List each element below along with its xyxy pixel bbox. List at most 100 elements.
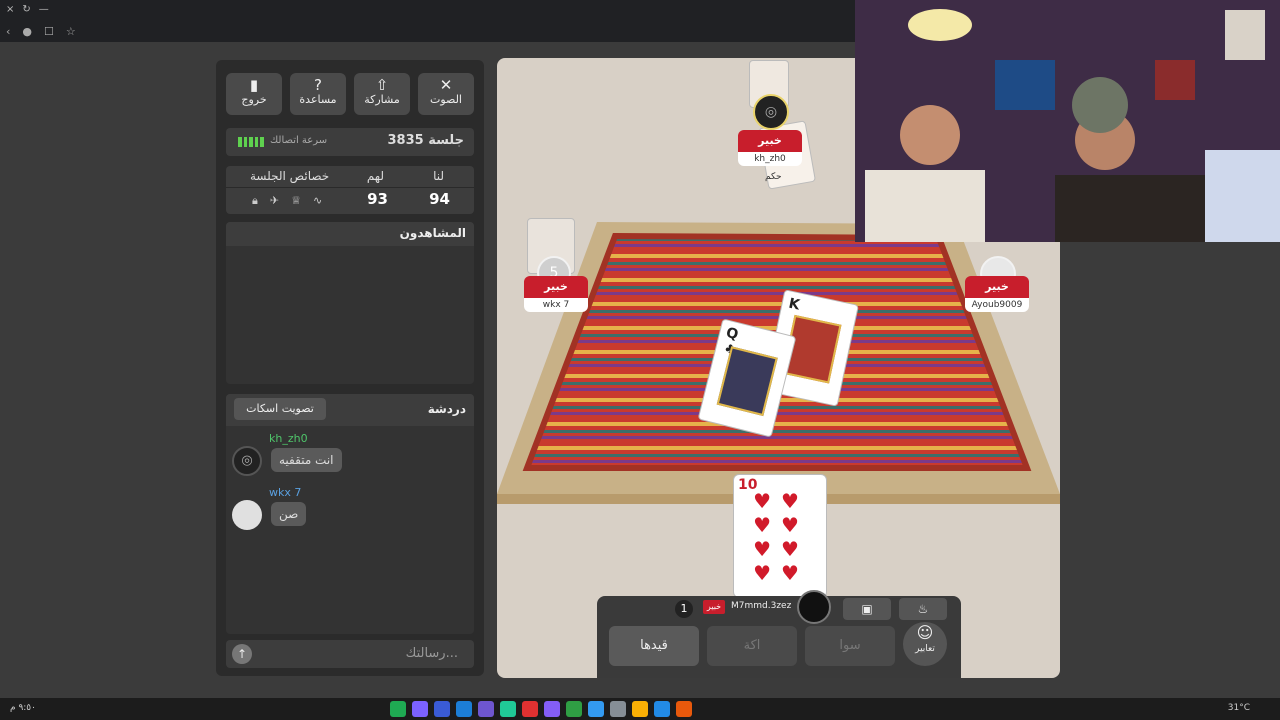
sawa-button[interactable]: سوا [805,626,895,666]
message-text: صن [271,502,307,526]
akka-button[interactable]: اكة [707,626,797,666]
sound-off-icon: ✕ [439,76,453,94]
chat-header: دردشة تصويت اسكات [226,394,474,426]
lock-icon: 🔒︎ [252,194,258,207]
app-icon[interactable] [500,701,516,717]
exit-label: خروج [241,93,267,106]
action-bar: 1 خبير M7mmd.3zez ▣ ♨ قيدها اكة سوا ☺ تع… [597,590,961,678]
send-arrow-icon[interactable]: ↑ [232,644,252,664]
app-icon[interactable] [566,701,582,717]
app-icon[interactable] [676,701,692,717]
app-icon[interactable] [456,701,472,717]
self-avatar [797,590,831,624]
app-icon[interactable] [434,701,450,717]
app-icon[interactable] [632,701,648,717]
app-icon[interactable] [654,701,670,717]
help-button[interactable]: ? مساعدة [290,73,346,115]
app-icon[interactable] [588,701,604,717]
back-icon[interactable]: ‹ [6,25,10,38]
player-name: Ayoub9009 [965,298,1029,312]
weather: 31°C [1227,703,1250,713]
reload-icon[interactable]: ↻ [22,4,30,15]
control-panel: ▮ خروج ? مساعدة ⇧ مشاركة ✕ الصوت سرعة ات… [216,60,484,676]
webcam-overlay [855,0,1280,242]
app-icon[interactable] [478,701,494,717]
face-art [716,346,778,417]
session-row: سرعة اتصالك جلسة 3835 [226,128,474,156]
fire-button[interactable]: ♨ [899,598,947,620]
message-text: انت متقفيه [271,448,342,472]
app-icon[interactable] [544,701,560,717]
webcam-scene [855,0,1280,242]
bookmark-star-icon[interactable]: ☆ [66,25,76,38]
avatar: ◎ [232,446,262,476]
sound-label: الصوت [430,93,462,106]
share-icon: ⇧ [375,76,389,94]
player-sub-label: حكم [765,172,782,182]
message-user: kh_zh0 [269,432,308,445]
expressions-button[interactable]: ☺ تعابير [903,622,947,666]
us-score: 94 [429,190,450,208]
self-status: خبير [703,600,725,614]
app-icon[interactable] [412,701,428,717]
window-controls: × ↻ — [6,4,49,15]
taskbar: ٩:٥٠ م 31°C [0,698,1280,720]
chat-placeholder: رسالتك... [405,646,458,661]
props-header: لنا لهم خصائص الجلسة [226,166,474,188]
player-status: خبير [524,276,588,298]
gift-button[interactable]: ▣ [843,598,891,620]
exit-button[interactable]: ▮ خروج [226,73,282,115]
trophy-icon: ♕ [291,194,301,207]
profile-icon[interactable]: ● [22,25,32,38]
session-number: جلسة 3835 [387,133,464,148]
top-player-badge[interactable]: خبير kh_zh0 [738,130,802,166]
chat-title: دردشة [427,402,466,416]
fire-icon: ♨ [917,602,929,616]
connection-signal-icon [238,137,264,147]
them-score: 93 [367,190,388,208]
qaydha-button[interactable]: قيدها [609,626,699,666]
exit-icon: ▮ [249,76,259,94]
wave-icon: ∿ [312,194,323,207]
player-name: kh_zh0 [738,152,802,166]
heart-pips: ♥♥ ♥♥ ♥♥ ♥♥ [753,489,809,585]
connection-label: سرعة اتصالك [270,135,328,146]
expressions-label: تعابير [915,644,935,654]
close-window-icon[interactable]: × [6,4,14,15]
clock: ٩:٥٠ م [10,703,36,713]
share-button[interactable]: ⇧ مشاركة [354,73,410,115]
right-player-badge[interactable]: خبير Ayoub9009 [965,276,1029,312]
player-status: خبير [738,130,802,152]
tab-icon[interactable]: ☐ [44,25,54,38]
target-icon: ◎ [241,453,253,468]
gift-icon: ▣ [861,602,873,616]
props-icons: 🔒︎ ✈ ♕ ∿ [252,194,322,208]
target-icon: ◎ [764,104,778,120]
avatar [232,500,262,530]
message-user: wkx 7 [269,486,302,499]
plane-icon: ✈ [269,194,280,207]
share-label: مشاركة [364,93,400,106]
nav-row: ‹ ● ☐ ☆ [6,25,76,38]
app-icon[interactable] [390,701,406,717]
self-card-count: 1 [675,600,693,618]
hand-card[interactable]: 10 ♥♥ ♥♥ ♥♥ ♥♥ [733,474,827,598]
smiley-icon: ☺ [916,623,934,642]
viewers-title: المشاهدون [226,222,474,246]
app-icon[interactable] [610,701,626,717]
minimize-icon[interactable]: — [39,4,49,15]
mute-vote-button[interactable]: تصويت اسكات [234,398,326,420]
viewers-box: المشاهدون [226,222,474,384]
taskbar-apps [390,701,692,717]
props-label: خصائص الجلسة [250,169,330,183]
us-label: لنا [433,169,444,183]
chat-box: دردشة تصويت اسكات ◎ kh_zh0 انت متقفيه wk… [226,394,474,634]
chat-input[interactable]: ↑ رسالتك... [226,640,474,668]
help-label: مساعدة [299,93,337,106]
left-player-badge[interactable]: خبير wkx 7 [524,276,588,312]
sound-button[interactable]: ✕ الصوت [418,73,474,115]
avatar: ◎ [753,94,789,130]
player-name: wkx 7 [524,298,588,312]
card-rank: K [787,295,802,314]
app-icon[interactable] [522,701,538,717]
